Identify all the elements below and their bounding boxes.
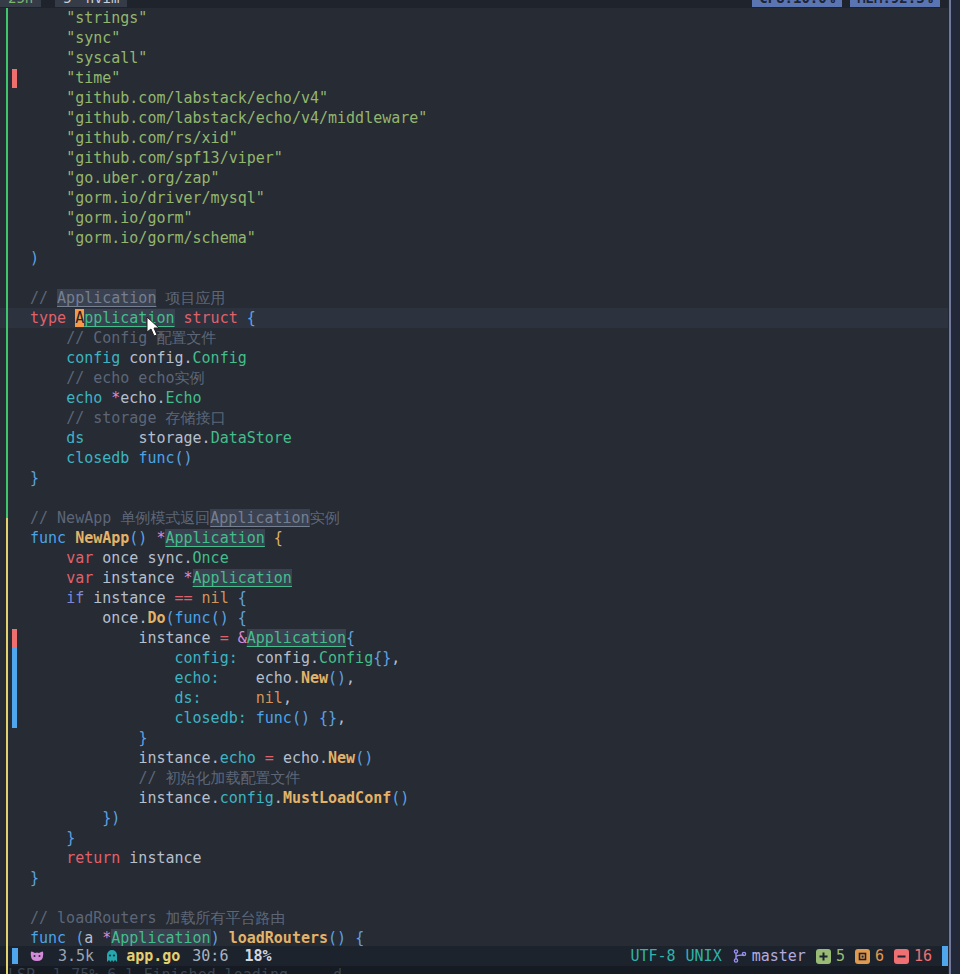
statusline: 3.5k app.go 30:6 18% UTF-8 UNIX master 5… [0, 946, 950, 966]
git-sign-blue [12, 708, 17, 728]
code-line[interactable]: ds storage.DataStore [0, 428, 948, 448]
code-line[interactable]: "gorm.io/gorm/schema" [0, 228, 948, 248]
tmux-clock: 25h [0, 0, 41, 7]
code-line[interactable]: "go.uber.org/zap" [0, 168, 948, 188]
code-line[interactable]: if instance == nil { [0, 588, 948, 608]
git-sign-blue [12, 688, 17, 708]
code-line[interactable]: } [0, 828, 948, 848]
code-line[interactable]: "gorm.io/driver/mysql" [0, 188, 948, 208]
code-line[interactable]: }) [0, 808, 948, 828]
git-sign-red [12, 629, 17, 648]
git-sign-column [0, 8, 20, 946]
code-line[interactable]: // Config 配置文件 [0, 328, 948, 348]
code-line[interactable]: func NewApp() *Application { [0, 528, 948, 548]
gutter-line-changed [6, 518, 8, 974]
code-line[interactable]: func (a *Application) loadRouters() { [0, 928, 948, 946]
code-line[interactable]: var once sync.Once [0, 548, 948, 568]
cpu-indicator: CPU:10.0% [752, 0, 842, 7]
git-branch-icon [732, 948, 748, 964]
mouse-cursor [146, 316, 162, 338]
mode-indicator [12, 948, 18, 964]
code-line[interactable]: type Application struct { [0, 308, 948, 328]
code-line[interactable]: // storage 存储接口 [0, 408, 948, 428]
scrollbar[interactable] [948, 0, 960, 974]
code-line[interactable] [0, 488, 948, 508]
file-buffer-icon [104, 948, 120, 964]
mem-indicator: MEM:92.3% [850, 0, 940, 7]
code-line[interactable]: instance.config.MustLoadConf() [0, 788, 948, 808]
code-line[interactable]: ds: nil, [0, 688, 948, 708]
eol-format: UNIX [686, 947, 722, 965]
code-line[interactable]: instance = &Application{ [0, 628, 948, 648]
code-line[interactable]: closedb func() [0, 448, 948, 468]
code-line[interactable]: ) [0, 248, 948, 268]
filename[interactable]: app.go [126, 947, 180, 965]
diff-added-count: 5 [836, 947, 845, 965]
code-line[interactable]: // loadRouters 加载所有平台路由 [0, 908, 948, 928]
diff-changed-count: 6 [875, 947, 884, 965]
code-line[interactable] [0, 268, 948, 288]
gutter-line-added [6, 8, 8, 518]
tmux-status-bar: 25h 5nvim CPU:10.0% MEM:92.3% [0, 0, 948, 8]
encoding: UTF-8 [630, 947, 675, 965]
vim-mode-icon [28, 948, 46, 964]
code-line[interactable]: config config.Config [0, 348, 948, 368]
code-line[interactable]: } [0, 868, 948, 888]
code-line[interactable]: "strings" [0, 8, 948, 28]
code-line[interactable]: // NewApp 单例模式返回Application实例 [0, 508, 948, 528]
code-line[interactable]: "sync" [0, 28, 948, 48]
code-line[interactable]: "syscall" [0, 48, 948, 68]
code-line[interactable]: closedb: func() {}, [0, 708, 948, 728]
code-line[interactable]: once.Do(func() { [0, 608, 948, 628]
code-line[interactable] [0, 888, 948, 908]
tmux-window-tab[interactable]: 5nvim [55, 0, 127, 7]
code-line[interactable]: } [0, 728, 948, 748]
git-branch[interactable]: master [752, 947, 806, 965]
code-area[interactable]: "strings" "sync" "syscall" "time" "githu… [0, 8, 948, 946]
buffer-size: 3.5k [58, 947, 94, 965]
diff-removed-count: 16 [914, 947, 932, 965]
code-line[interactable]: } [0, 468, 948, 488]
diff-removed-icon [894, 949, 909, 964]
code-line[interactable]: "github.com/spf13/viper" [0, 148, 948, 168]
code-line[interactable]: config: config.Config{}, [0, 648, 948, 668]
code-editor[interactable]: "strings" "sync" "syscall" "time" "githu… [0, 8, 948, 946]
git-sign-red [12, 69, 17, 88]
code-line[interactable]: // Application 项目应用 [0, 288, 948, 308]
code-line[interactable]: "github.com/labstack/echo/v4" [0, 88, 948, 108]
git-sign-blue [12, 648, 17, 668]
code-line[interactable]: instance.echo = echo.New() [0, 748, 948, 768]
diff-changed-icon [855, 949, 870, 964]
code-line[interactable]: // 初始化加载配置文件 [0, 768, 948, 788]
code-line[interactable]: echo *echo.Echo [0, 388, 948, 408]
terminal-screen: 25h 5nvim CPU:10.0% MEM:92.3% "strings" … [0, 0, 960, 974]
cmdline-message: LSP~ l.75% 6 l Finished loading ... d [0, 966, 948, 974]
diff-added-icon [816, 949, 831, 964]
code-line[interactable]: "time" [0, 68, 948, 88]
code-line[interactable]: "github.com/rs/xid" [0, 128, 948, 148]
git-sign-blue [12, 668, 17, 688]
code-line[interactable]: "github.com/labstack/echo/v4/middleware" [0, 108, 948, 128]
code-line[interactable]: // echo echo实例 [0, 368, 948, 388]
cursor-position: 30:6 [192, 947, 228, 965]
scroll-percent: 18% [244, 947, 271, 965]
code-line[interactable]: "gorm.io/gorm" [0, 208, 948, 228]
code-line[interactable]: echo: echo.New(), [0, 668, 948, 688]
code-line[interactable]: var instance *Application [0, 568, 948, 588]
scrollbar-track[interactable] [949, 0, 951, 974]
code-line[interactable]: return instance [0, 848, 948, 868]
